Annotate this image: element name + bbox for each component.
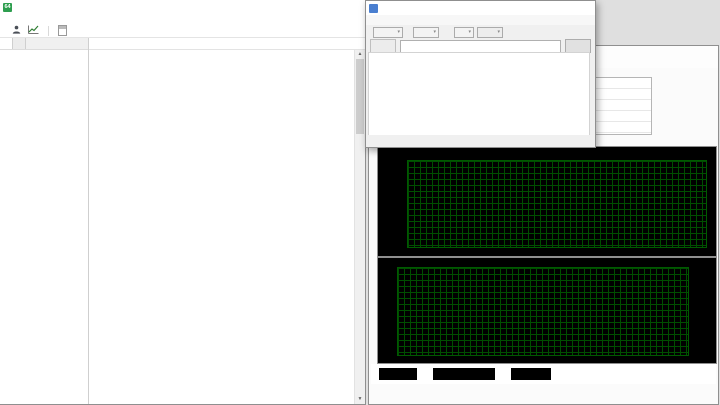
- aida64-sidebar: [0, 38, 89, 404]
- stability-test-buttons: [373, 386, 713, 402]
- tab-favorites[interactable]: [13, 38, 26, 49]
- close-icon[interactable]: [346, 1, 365, 14]
- aida64-titlebar[interactable]: 64: [0, 0, 365, 14]
- linx-window: [365, 0, 596, 148]
- start-button[interactable]: [370, 39, 396, 53]
- aida64-menubar: [0, 14, 365, 24]
- report-button[interactable]: [58, 25, 70, 36]
- battery-status-box: [379, 368, 417, 380]
- close-icon[interactable]: [576, 2, 595, 15]
- linx-app-icon: [369, 3, 378, 13]
- aida64-body: ▲ ▼: [0, 38, 365, 404]
- stop-button[interactable]: [565, 39, 591, 53]
- tab-menu[interactable]: [0, 38, 13, 49]
- aida64-detail-panel: ▲ ▼: [89, 38, 365, 404]
- field-value-list: [89, 50, 355, 404]
- stability-test-window-controls: [652, 51, 712, 63]
- navigation-tree: [0, 50, 88, 404]
- linx-statusbar: [367, 135, 594, 146]
- progress-bar: [400, 39, 561, 53]
- maximize-icon[interactable]: [327, 1, 346, 14]
- aida64-app-icon: 64: [3, 2, 12, 12]
- line-chart-icon[interactable]: [28, 25, 39, 37]
- toolbar-separator: [48, 25, 49, 36]
- run-select[interactable]: [454, 26, 474, 38]
- cpu-usage-graph-panel: [377, 257, 717, 364]
- times-select[interactable]: [477, 26, 503, 38]
- linx-window-controls: [557, 2, 595, 15]
- elapsed-time-box: [511, 368, 551, 380]
- scroll-down-icon[interactable]: ▼: [355, 395, 365, 404]
- problem-size-select[interactable]: [373, 26, 403, 38]
- scrollbar[interactable]: ▲ ▼: [354, 50, 365, 404]
- report-doc-icon: [58, 25, 67, 36]
- minimize-icon[interactable]: [652, 51, 664, 63]
- scrollbar-thumb[interactable]: [356, 59, 364, 134]
- desktop: 64 ▲ ▼ ▾ ▾ ▾ ▾: [0, 0, 720, 405]
- field-value-header: [89, 38, 365, 50]
- minimize-icon[interactable]: [557, 2, 576, 15]
- minimize-icon[interactable]: [308, 1, 327, 14]
- close-icon[interactable]: [700, 51, 712, 63]
- usage-series: [378, 258, 716, 363]
- aida64-window: 64 ▲ ▼: [0, 0, 366, 405]
- aida64-window-controls: [308, 1, 365, 14]
- scroll-up-icon[interactable]: ▲: [355, 50, 365, 59]
- results-table: [368, 52, 590, 136]
- linx-titlebar[interactable]: [366, 1, 595, 15]
- linx-controls-row: [366, 25, 595, 39]
- linx-progress-row: [366, 39, 595, 53]
- aida64-toolbar: [0, 24, 365, 38]
- user-icon[interactable]: [12, 25, 21, 37]
- temperature-series: [378, 147, 716, 256]
- memory-select[interactable]: [413, 26, 439, 38]
- test-started-box: [433, 368, 495, 380]
- linx-menubar: [366, 15, 595, 25]
- maximize-icon[interactable]: [676, 51, 688, 63]
- stability-test-info-row: [371, 364, 716, 384]
- temperature-graph-panel: [377, 146, 717, 257]
- sidebar-tabs: [0, 38, 88, 50]
